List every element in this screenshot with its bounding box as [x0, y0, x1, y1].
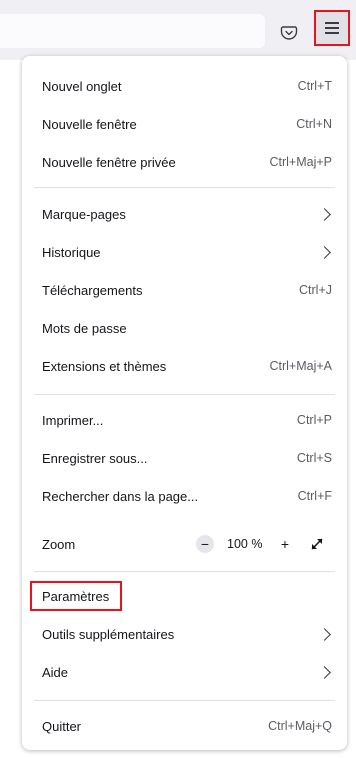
url-bar[interactable]: [0, 14, 265, 48]
menu-item-shortcut: Ctrl+Maj+A: [269, 359, 332, 373]
menu-item-shortcut: Ctrl+F: [297, 489, 332, 503]
menu-item-label: Outils supplémentaires: [42, 626, 175, 642]
menu-separator: [34, 700, 335, 701]
menu-item-quit[interactable]: Quitter Ctrl+Maj+Q: [22, 708, 347, 744]
menu-item-label: Imprimer...: [42, 412, 104, 428]
pocket-icon[interactable]: [280, 23, 298, 41]
menu-item-new-tab[interactable]: Nouvel onglet Ctrl+T: [22, 68, 347, 104]
menu-item-print[interactable]: Imprimer... Ctrl+P: [22, 402, 347, 438]
menu-item-new-private-window[interactable]: Nouvelle fenêtre privée Ctrl+Maj+P: [22, 144, 347, 180]
menu-item-label: Nouvelle fenêtre privée: [42, 154, 176, 170]
menu-item-downloads[interactable]: Téléchargements Ctrl+J: [22, 272, 347, 308]
menu-item-label: Zoom: [42, 536, 76, 552]
menu-item-label: Extensions et thèmes: [42, 358, 167, 374]
zoom-in-button[interactable]: +: [276, 535, 294, 553]
menu-item-label: Quitter: [42, 718, 82, 734]
menu-separator: [34, 187, 335, 188]
menu-item-label: Enregistrer sous...: [42, 450, 148, 466]
menu-item-label: Historique: [42, 244, 101, 260]
menu-item-label: Nouvel onglet: [42, 78, 122, 94]
menu-separator: [34, 571, 335, 572]
zoom-out-button[interactable]: −: [196, 535, 214, 553]
hamburger-icon: [325, 22, 339, 34]
menu-item-bookmarks[interactable]: Marque-pages: [22, 196, 347, 232]
menu-item-shortcut: Ctrl+J: [299, 283, 332, 297]
chevron-right-icon: [318, 627, 331, 641]
menu-item-shortcut: Ctrl+Maj+P: [269, 155, 332, 169]
menu-item-extensions-themes[interactable]: Extensions et thèmes Ctrl+Maj+A: [22, 348, 347, 384]
fullscreen-icon[interactable]: [309, 536, 325, 552]
menu-item-shortcut: Ctrl+N: [296, 117, 332, 131]
menu-item-zoom: Zoom − 100 % +: [22, 526, 347, 562]
menu-item-save-as[interactable]: Enregistrer sous... Ctrl+S: [22, 440, 347, 476]
highlight-box: [30, 581, 122, 611]
menu-item-label: Rechercher dans la page...: [42, 488, 199, 504]
menu-item-help[interactable]: Aide: [22, 654, 347, 690]
menu-item-passwords[interactable]: Mots de passe: [22, 310, 347, 346]
app-menu-button[interactable]: [314, 10, 350, 46]
menu-item-shortcut: Ctrl+Maj+Q: [268, 719, 332, 733]
menu-item-shortcut: Ctrl+T: [297, 79, 332, 93]
menu-item-label: Téléchargements: [42, 282, 143, 298]
menu-item-history[interactable]: Historique: [22, 234, 347, 270]
menu-item-label: Mots de passe: [42, 320, 127, 336]
menu-item-more-tools[interactable]: Outils supplémentaires: [22, 616, 347, 652]
chevron-right-icon: [318, 665, 331, 679]
chevron-right-icon: [318, 245, 331, 259]
menu-item-label: Aide: [42, 664, 69, 680]
menu-item-label: Nouvelle fenêtre: [42, 116, 137, 132]
app-menu-panel: Nouvel onglet Ctrl+T Nouvelle fenêtre Ct…: [22, 56, 347, 750]
menu-item-new-window[interactable]: Nouvelle fenêtre Ctrl+N: [22, 106, 347, 142]
menu-item-label: Marque-pages: [42, 206, 126, 222]
menu-item-shortcut: Ctrl+S: [296, 451, 332, 465]
zoom-level[interactable]: 100 %: [227, 537, 262, 551]
menu-separator: [34, 394, 335, 395]
browser-toolbar: [0, 0, 356, 60]
chevron-right-icon: [318, 207, 331, 221]
menu-item-find-in-page[interactable]: Rechercher dans la page... Ctrl+F: [22, 478, 347, 514]
menu-item-shortcut: Ctrl+P: [296, 413, 332, 427]
